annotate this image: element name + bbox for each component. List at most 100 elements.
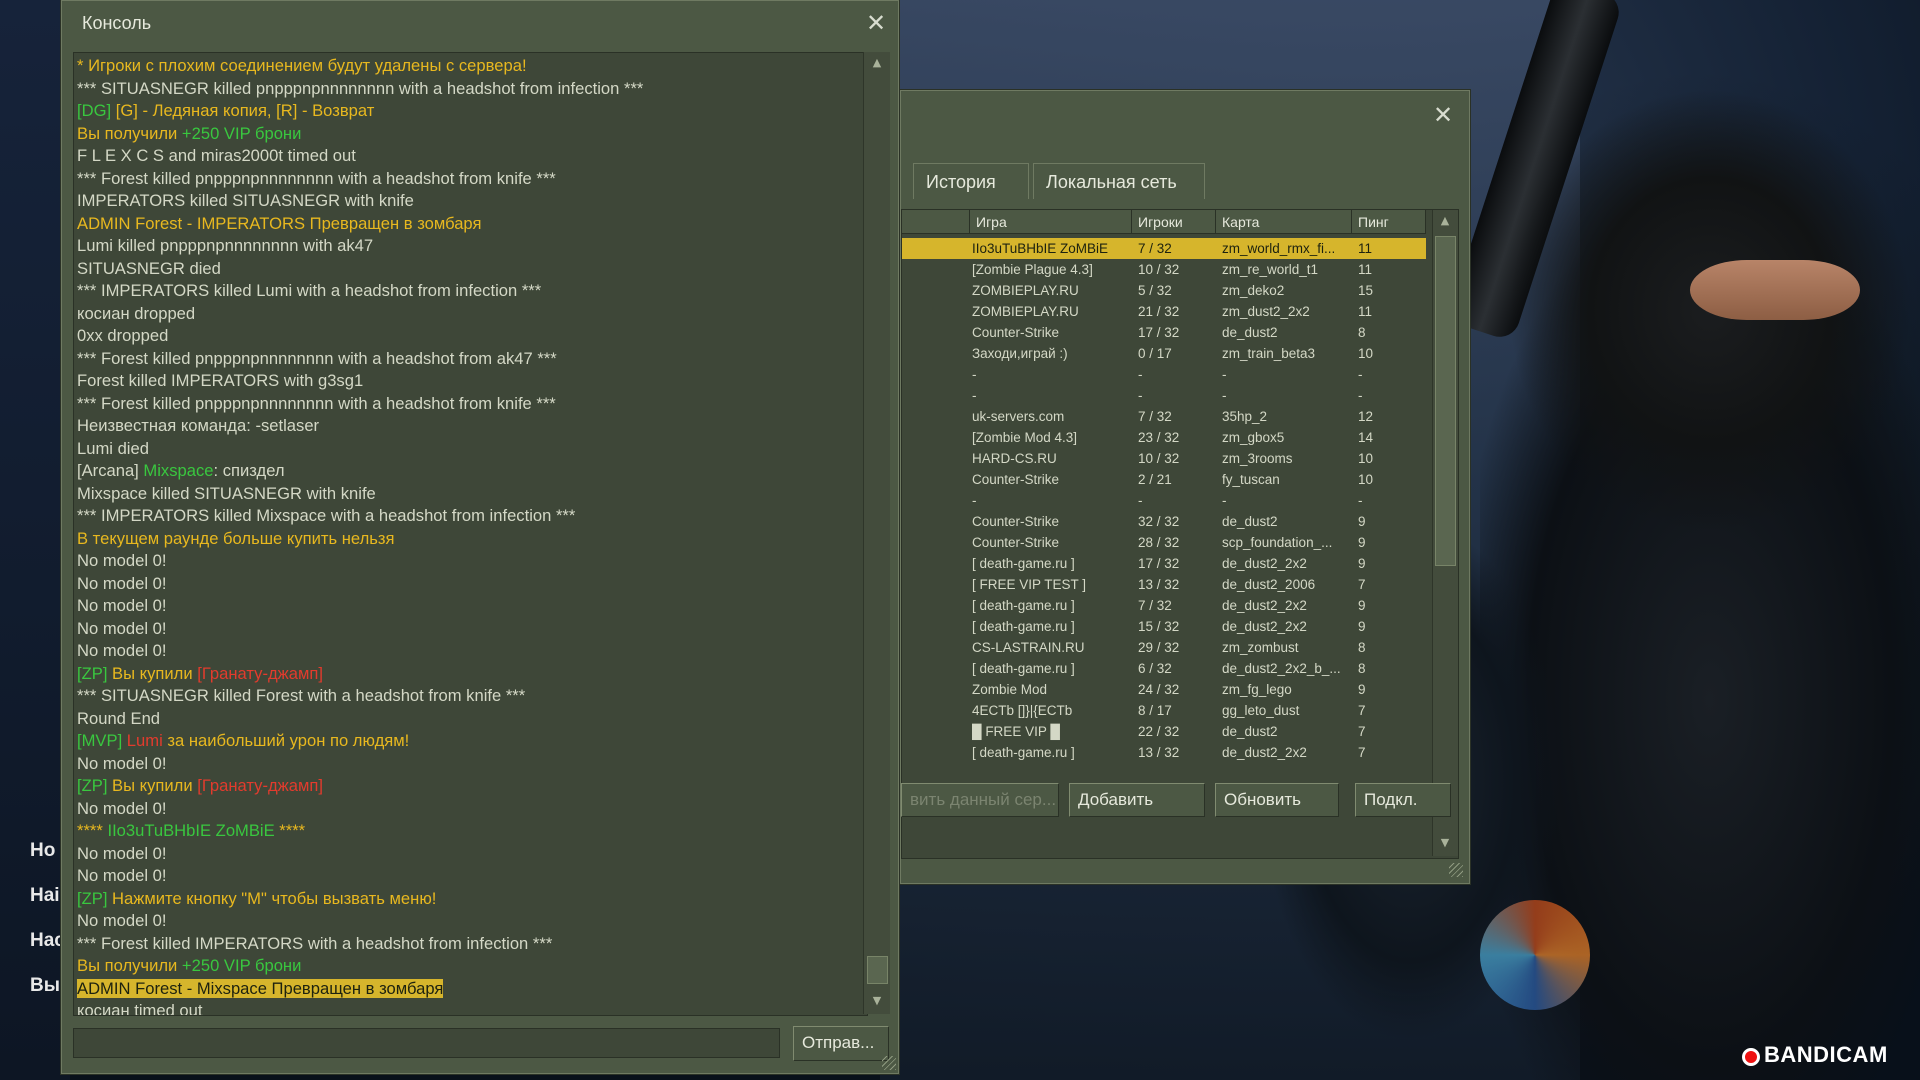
console-line-segment: [ZP] xyxy=(77,663,113,683)
server-row[interactable]: [ death-game.ru ] 17 / 32 de_dust2_2x2 9 xyxy=(902,553,1426,574)
console-log: * Игроки с плохим соединением будут удал… xyxy=(73,52,868,1016)
server-name: Заходи,играй :) xyxy=(972,346,1068,361)
server-row[interactable]: Заходи,играй :) 0 / 17 zm_train_beta3 10 xyxy=(902,343,1426,364)
server-name: ZOMBIEPLAY.RU xyxy=(972,283,1079,298)
column-header-icons[interactable] xyxy=(902,210,970,234)
console-line: ADMIN Forest - IMPERATORS Превращен в зо… xyxy=(77,213,867,236)
server-row[interactable]: ---- xyxy=(902,385,1426,406)
server-row[interactable]: [ death-game.ru ] 13 / 32 de_dust2_2x2 7 xyxy=(902,742,1426,763)
server-map: - xyxy=(1222,388,1227,403)
main-menu-item-4[interactable]: Вы xyxy=(30,975,60,997)
console-line-segment: SITUASNEGR died xyxy=(77,258,221,278)
server-row[interactable]: ZOMBIEPLAY.RU 5 / 32 zm_deko2 15 xyxy=(902,280,1426,301)
console-line: Lumi died xyxy=(77,438,867,461)
server-row[interactable]: 4ECTb []}|{ECTb 8 / 17 gg_leto_dust 7 xyxy=(902,700,1426,721)
console-line-segment: No model 0! xyxy=(77,911,167,930)
log-lines: * Игроки с плохим соединением будут удал… xyxy=(77,55,867,1015)
server-players: 28 / 32 xyxy=(1138,535,1180,550)
close-icon[interactable]: ✕ xyxy=(1433,103,1453,127)
send-button[interactable]: Отправ... xyxy=(793,1026,889,1061)
main-menu-item-2[interactable]: Наі xyxy=(30,885,60,907)
console-line: F L E X C S and miras2000t timed out xyxy=(77,145,867,168)
column-header-ping[interactable]: Пинг xyxy=(1352,210,1426,234)
main-menu-item-1[interactable]: Но xyxy=(30,840,55,862)
resize-grip-icon[interactable] xyxy=(882,1056,896,1070)
server-map: zm_deko2 xyxy=(1222,283,1285,298)
server-row[interactable]: [ FREE VIP TEST ] 13 / 32 de_dust2_2006 7 xyxy=(902,574,1426,595)
server-row[interactable]: [ death-game.ru ] 7 / 32 de_dust2_2x2 9 xyxy=(902,595,1426,616)
server-list-scrollbar[interactable]: ▲ ▼ xyxy=(1432,210,1458,856)
scroll-thumb[interactable] xyxy=(1435,236,1456,566)
server-row[interactable]: [ death-game.ru ] 15 / 32 de_dust2_2x2 9 xyxy=(902,616,1426,637)
server-row[interactable]: Counter-Strike 17 / 32 de_dust2 8 xyxy=(902,322,1426,343)
console-line-segment: [Гранату-джамп] xyxy=(197,663,323,683)
server-row[interactable]: [Zombie Mod 4.3] 23 / 32 zm_gbox5 14 xyxy=(902,427,1426,448)
scroll-up-icon[interactable]: ▲ xyxy=(866,52,888,74)
console-line: *** IMPERATORS killed Lumi with a headsh… xyxy=(77,280,867,303)
console-line-segment: No model 0! xyxy=(77,843,167,863)
server-ping: 10 xyxy=(1358,346,1374,361)
server-name: [ death-game.ru ] xyxy=(972,556,1075,571)
server-row[interactable]: ---- xyxy=(902,490,1426,511)
server-players: 13 / 32 xyxy=(1138,745,1180,760)
column-header-map[interactable]: Карта xyxy=(1216,210,1352,234)
refresh-button[interactable]: Обновить xyxy=(1215,783,1339,817)
console-line: No model 0! xyxy=(77,910,867,933)
server-players: 5 / 32 xyxy=(1138,283,1172,298)
server-row[interactable]: ZOMBIEPLAY.RU 21 / 32 zm_dust2_2x2 11 xyxy=(902,301,1426,322)
server-name: Counter-Strike xyxy=(972,472,1060,487)
console-line: [DG] [G] - Ледяная копия, [R] - Возврат xyxy=(77,100,867,123)
console-line-segment: [G] - Ледяная копия, [R] - Возврат xyxy=(115,101,375,120)
server-row[interactable]: Zombie Mod 24 / 32 zm_fg_lego 9 xyxy=(902,679,1426,700)
column-header-game[interactable]: Игра xyxy=(970,210,1132,234)
tab-history[interactable]: История xyxy=(913,163,1029,199)
scroll-down-icon[interactable]: ▼ xyxy=(866,990,888,1012)
server-row[interactable]: Counter-Strike 28 / 32 scp_foundation_... 9 xyxy=(902,532,1426,553)
server-row[interactable]: ---- xyxy=(902,364,1426,385)
scroll-thumb[interactable] xyxy=(867,956,888,984)
server-ping: 8 xyxy=(1358,661,1366,676)
server-ping: 11 xyxy=(1358,241,1373,256)
server-row[interactable]: [Zombie Plague 4.3] 10 / 32 zm_re_world_t1… xyxy=(902,259,1426,280)
scroll-up-icon[interactable]: ▲ xyxy=(1434,210,1456,232)
add-server-button[interactable]: Добавить xyxy=(1069,783,1205,817)
console-scrollbar[interactable]: ▲ ▼ xyxy=(863,52,890,1014)
server-ping: 14 xyxy=(1358,430,1374,445)
console-line: * Игроки с плохим соединением будут удал… xyxy=(77,55,867,78)
console-line-segment: Mixspace xyxy=(143,461,214,480)
server-map: scp_foundation_... xyxy=(1222,535,1333,550)
close-icon[interactable]: ✕ xyxy=(866,11,886,35)
server-ping: 10 xyxy=(1358,451,1374,466)
add-current-server-button[interactable]: вить данный сер... xyxy=(901,783,1059,817)
server-row[interactable]: Counter-Strike 32 / 32 de_dust2 9 xyxy=(902,511,1426,532)
column-header-players[interactable]: Игроки xyxy=(1132,210,1216,234)
server-players: 17 / 32 xyxy=(1138,556,1180,571)
console-command-input[interactable] xyxy=(73,1028,780,1058)
server-name: HARD-CS.RU xyxy=(972,451,1057,466)
server-row[interactable]: IIo3uTuBHbIE ZoMBiE 7 / 32 zm_world_rmx_fi… xyxy=(902,238,1426,259)
console-window: Консоль ✕ * Игроки с плохим соединением … xyxy=(61,0,899,1074)
server-row[interactable]: Counter-Strike 2 / 21 fy_tuscan 10 xyxy=(902,469,1426,490)
console-line-segment: Вы купили xyxy=(112,776,198,795)
server-name: [ death-game.ru ] xyxy=(972,745,1075,760)
server-row[interactable]: HARD-CS.RU 10 / 32 zm_3rooms 10 xyxy=(902,448,1426,469)
console-line-segment: **** xyxy=(274,821,306,840)
server-row[interactable]: CS-LASTRAIN.RU 29 / 32 zm_zombust 8 xyxy=(902,637,1426,658)
scroll-down-icon[interactable]: ▼ xyxy=(1434,832,1456,854)
console-line: [ZP] Нажмите кнопку "M" чтобы вызвать ме… xyxy=(77,888,867,911)
server-name: uk-servers.com xyxy=(972,409,1065,424)
tab-lan[interactable]: Локальная сеть xyxy=(1033,163,1205,199)
main-menu-item-3[interactable]: Нас xyxy=(30,930,65,952)
server-row[interactable]: uk-servers.com 7 / 32 35hp_2 12 xyxy=(902,406,1426,427)
console-line: косиан dropped xyxy=(77,303,867,326)
server-row[interactable]: [ death-game.ru ] 6 / 32 de_dust2_2x2_b_..… xyxy=(902,658,1426,679)
connect-button[interactable]: Подкл. xyxy=(1355,783,1451,817)
console-line-segment: косиан dropped xyxy=(77,303,196,323)
server-players: 6 / 32 xyxy=(1138,661,1172,676)
resize-grip-icon[interactable] xyxy=(1449,863,1463,877)
console-line-segment: No model 0! xyxy=(77,753,167,773)
console-line-segment: *** SITUASNEGR killed Forest with a head… xyxy=(77,686,526,705)
console-line-segment: No model 0! xyxy=(77,551,167,570)
server-row[interactable]: █ FREE VIP █ 22 / 32 de_dust2 7 xyxy=(902,721,1426,742)
console-line-segment: Lumi killed pnpppnpnnnnnnnn with ak47 xyxy=(77,236,374,255)
